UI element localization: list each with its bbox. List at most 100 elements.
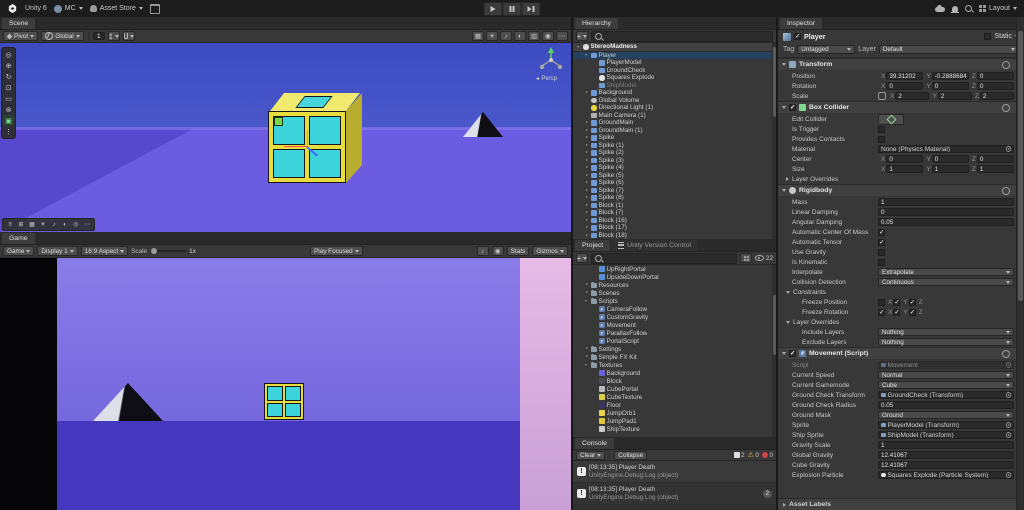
display-dropdown[interactable]: Display 1	[37, 246, 78, 256]
tab-hierarchy[interactable]: Hierarchy	[575, 18, 619, 29]
scrollbar-thumb[interactable]	[772, 295, 776, 355]
project-item[interactable]: Textures	[573, 361, 776, 369]
x-value-field[interactable]: 0	[886, 154, 924, 164]
layout-menu[interactable]: Layout	[978, 5, 1017, 12]
scene-lighting-icon[interactable]: ☀	[486, 31, 498, 41]
ground-mask-dropdown[interactable]: Ground	[878, 410, 1014, 420]
rect-tool[interactable]: ▭	[3, 93, 14, 104]
hierarchy-item[interactable]: Spike (3)	[573, 157, 776, 165]
overlay-more-icon[interactable]: ⋯	[82, 220, 92, 229]
collider-layer-overrides-foldout[interactable]: Layer Overrides	[778, 174, 1024, 184]
clear-button[interactable]: Clear	[576, 450, 606, 460]
foldout-icon[interactable]	[584, 52, 590, 58]
angular-damping-field[interactable]: 0.05	[878, 217, 1014, 227]
project-item[interactable]: CustomGravity	[573, 313, 776, 321]
foldout-icon[interactable]	[592, 306, 598, 312]
gizmos-dropdown[interactable]: Gizmos	[532, 246, 569, 256]
hierarchy-item[interactable]: Directional Light (1)	[573, 104, 776, 112]
move-gizmo-x-axis[interactable]	[284, 145, 308, 147]
camera-preview-icon[interactable]: ◎	[71, 220, 81, 229]
object-picker-icon[interactable]	[1005, 146, 1011, 152]
foldout-icon[interactable]	[786, 290, 790, 294]
foldout-icon[interactable]	[786, 177, 789, 181]
project-item[interactable]: Scenes	[573, 289, 776, 297]
freeze-position-z-checkbox[interactable]	[908, 298, 916, 306]
hierarchy-item[interactable]: GroundMain	[573, 119, 776, 127]
foldout-icon[interactable]	[584, 127, 590, 133]
foldout-icon[interactable]	[592, 394, 598, 400]
ground-check-radius-field[interactable]: 0.05	[878, 400, 1014, 410]
foldout-icon[interactable]	[584, 290, 590, 296]
project-item[interactable]: UpRightPortal	[573, 265, 776, 273]
cube-gravity-field[interactable]: 12.41067	[878, 460, 1014, 470]
grid-size-field[interactable]: 1	[92, 31, 105, 41]
foldout-icon[interactable]	[592, 266, 598, 272]
foldout-icon[interactable]	[584, 362, 590, 368]
object-picker-icon[interactable]	[1005, 432, 1011, 438]
hierarchy-item[interactable]: Main Camera (1)	[573, 112, 776, 120]
project-item[interactable]: Resources	[573, 281, 776, 289]
foldout-icon[interactable]	[584, 232, 590, 238]
foldout-icon[interactable]	[584, 165, 590, 171]
global-dropdown[interactable]: Global	[41, 31, 84, 41]
y-value-field[interactable]: -0.2888684	[931, 71, 969, 81]
x-value-field[interactable]: 1	[886, 164, 924, 174]
scale-tool[interactable]: ⊡	[3, 82, 14, 93]
movement-script-component-header[interactable]: Movement (Script)	[778, 347, 1024, 360]
scene-audio-icon[interactable]: ♪	[500, 31, 512, 41]
foldout-icon[interactable]	[592, 82, 598, 88]
static-checkbox[interactable]	[984, 33, 992, 40]
game-mode-dropdown[interactable]: Game	[3, 246, 35, 256]
foldout-icon[interactable]	[584, 210, 590, 216]
collapse-button[interactable]: Collapse	[614, 450, 648, 460]
asset-store-menu[interactable]: Asset Store	[89, 5, 143, 12]
y-value-field[interactable]: 2	[937, 91, 972, 101]
foldout-icon[interactable]	[592, 314, 598, 320]
project-item[interactable]: ParallaxFollow	[573, 329, 776, 337]
scale-slider-knob[interactable]	[151, 247, 158, 254]
hierarchy-item[interactable]: Squares Explode	[573, 74, 776, 82]
console-entry[interactable]: [08:13:35] Player DeathUnityEngine.Debug…	[573, 461, 776, 483]
linear-damping-field[interactable]: 0	[878, 207, 1014, 217]
object-picker-icon[interactable]	[1005, 392, 1011, 398]
error-count[interactable]: 0	[761, 452, 773, 459]
current-gamemode-dropdown[interactable]: Cube	[878, 380, 1014, 390]
mass-field[interactable]: 1	[878, 197, 1014, 207]
foldout-icon[interactable]	[782, 63, 786, 66]
foldout-icon[interactable]	[584, 187, 590, 193]
scrollbar-thumb[interactable]	[772, 47, 776, 117]
project-item[interactable]: Movement	[573, 321, 776, 329]
inspector-scrollbar[interactable]	[1016, 17, 1024, 510]
auto-center-of-mass-checkbox[interactable]	[878, 228, 885, 236]
box-collider-component-header[interactable]: Box Collider	[778, 101, 1024, 114]
z-value-field[interactable]: 0	[976, 154, 1014, 164]
project-item[interactable]: CameraFollow	[573, 305, 776, 313]
mute-audio-button[interactable]: ♪	[476, 246, 489, 256]
hierarchy-item[interactable]: Global Volume	[573, 97, 776, 105]
y-value-field[interactable]: 1	[931, 164, 969, 174]
tag-dropdown[interactable]: Untagged	[797, 44, 856, 54]
notifications-button[interactable]	[950, 5, 959, 13]
tab-unity-version-control[interactable]: Unity Version Control	[611, 240, 698, 251]
foldout-icon[interactable]	[592, 426, 598, 432]
hierarchy-item[interactable]: Spike (6)	[573, 179, 776, 187]
perspective-label[interactable]: Persp	[523, 76, 569, 82]
foldout-icon[interactable]	[592, 402, 598, 408]
project-item[interactable]: Block	[573, 377, 776, 385]
ground-check-transform-field[interactable]: GroundCheck (Transform)	[878, 390, 1014, 400]
foldout-icon[interactable]	[592, 75, 598, 81]
foldout-icon[interactable]	[584, 180, 590, 186]
project-item[interactable]: Simple FX Kit	[573, 353, 776, 361]
scene-viewport[interactable]: ◎ ⊕ ↻ ⊡ ▭ ⊛ ▣ ⋮ ≡ ⊞ ▦ ☀ ♪ ◐ ◎ ⋯ ◄ Persp	[0, 43, 571, 232]
presets-icon[interactable]	[1002, 103, 1010, 112]
project-search-input[interactable]	[591, 252, 738, 264]
foldout-icon[interactable]	[584, 202, 590, 208]
component-enabled-checkbox[interactable]	[789, 349, 796, 357]
overlay-menu-icon[interactable]: ≡	[5, 220, 15, 229]
interpolate-dropdown[interactable]: Extrapolate	[878, 267, 1014, 277]
freeze-rotation-z-checkbox[interactable]	[908, 308, 916, 316]
player-cube-gameobject[interactable]	[268, 93, 362, 183]
window-mode-button[interactable]	[149, 3, 160, 14]
object-picker-icon[interactable]	[1005, 422, 1011, 428]
hierarchy-search-input[interactable]	[591, 30, 773, 42]
